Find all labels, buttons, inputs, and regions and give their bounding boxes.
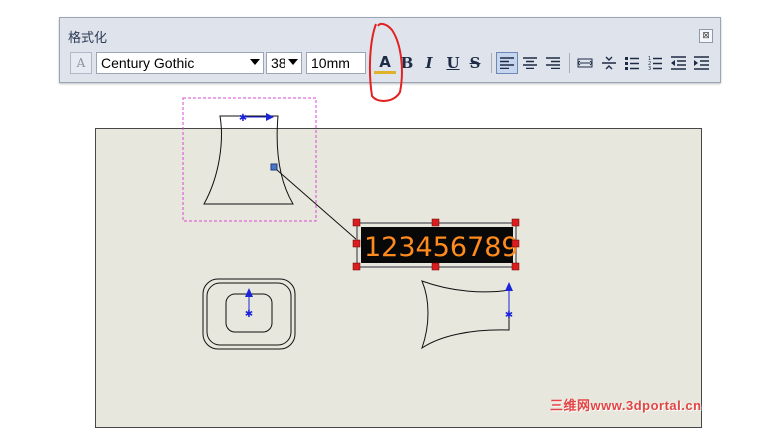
arrow-head-icon xyxy=(245,288,253,297)
watermark: 三维网www.3dportal.cn xyxy=(550,398,702,413)
selection-handle xyxy=(352,218,361,227)
selection-handle xyxy=(431,218,440,227)
origin-marker-icon: ✱ xyxy=(239,113,247,124)
selection-handle xyxy=(511,218,520,227)
view-outline-upper xyxy=(203,115,294,205)
drawing-canvas: ✱ 123456789 ✱ ✱ xyxy=(182,22,520,350)
note-text[interactable]: 123456789 xyxy=(364,232,519,263)
leader-line xyxy=(276,169,358,241)
leader-anchor xyxy=(270,163,278,171)
view-outline-lower xyxy=(421,280,510,350)
annotation-circle xyxy=(368,22,403,102)
selection-handle xyxy=(511,262,520,271)
arrow-head-icon xyxy=(505,282,513,291)
origin-marker-icon: ✱ xyxy=(245,309,253,320)
selection-handle xyxy=(352,262,361,271)
selection-handle xyxy=(352,239,361,248)
selection-handle xyxy=(511,239,520,248)
selection-handle xyxy=(431,262,440,271)
origin-marker-icon: ✱ xyxy=(505,310,513,321)
arrow-head-icon xyxy=(266,113,274,121)
